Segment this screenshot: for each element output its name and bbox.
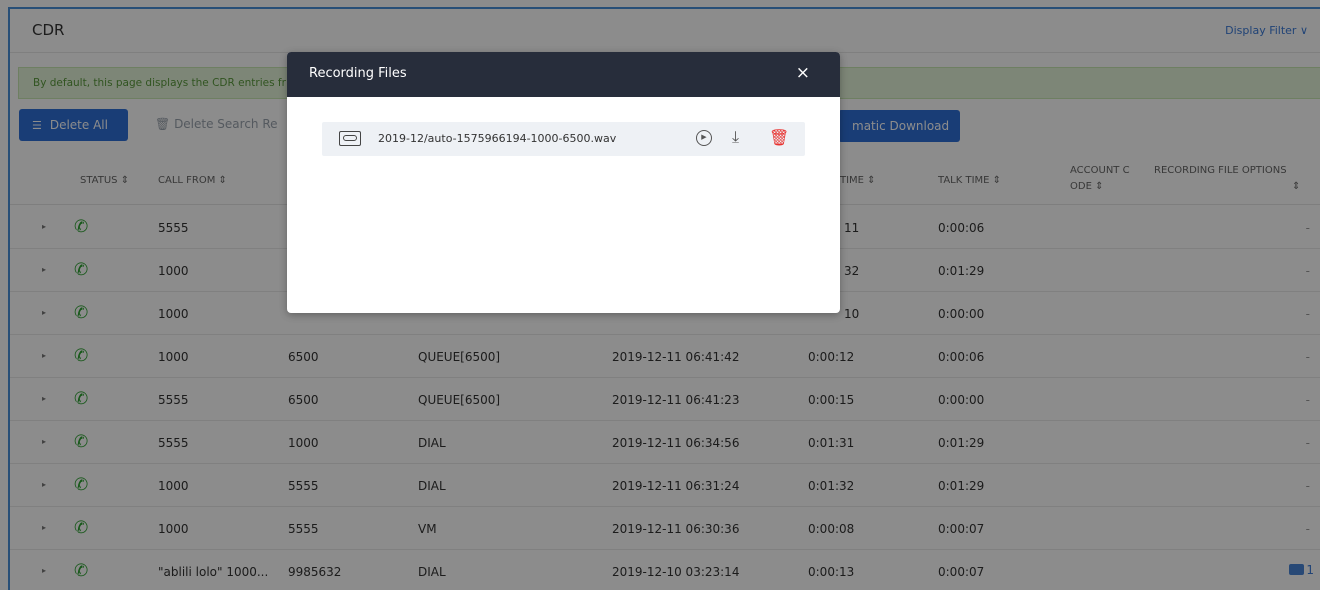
recording-file-name: 2019-12/auto-1575966194-1000-6500.wav: [378, 132, 617, 145]
download-icon[interactable]: ⤓: [732, 127, 739, 147]
play-icon[interactable]: ▶: [696, 130, 712, 146]
dialog-title: Recording Files: [309, 66, 407, 81]
close-icon[interactable]: ×: [796, 63, 810, 83]
recording-file-item: 2019-12/auto-1575966194-1000-6500.wav ▶ …: [322, 122, 805, 156]
dialog-header: Recording Files ×: [287, 52, 840, 97]
recording-files-dialog: Recording Files × 2019-12/auto-157596619…: [287, 52, 840, 313]
cassette-tape-icon: [339, 131, 361, 146]
trash-icon[interactable]: 🗑: [769, 128, 789, 147]
